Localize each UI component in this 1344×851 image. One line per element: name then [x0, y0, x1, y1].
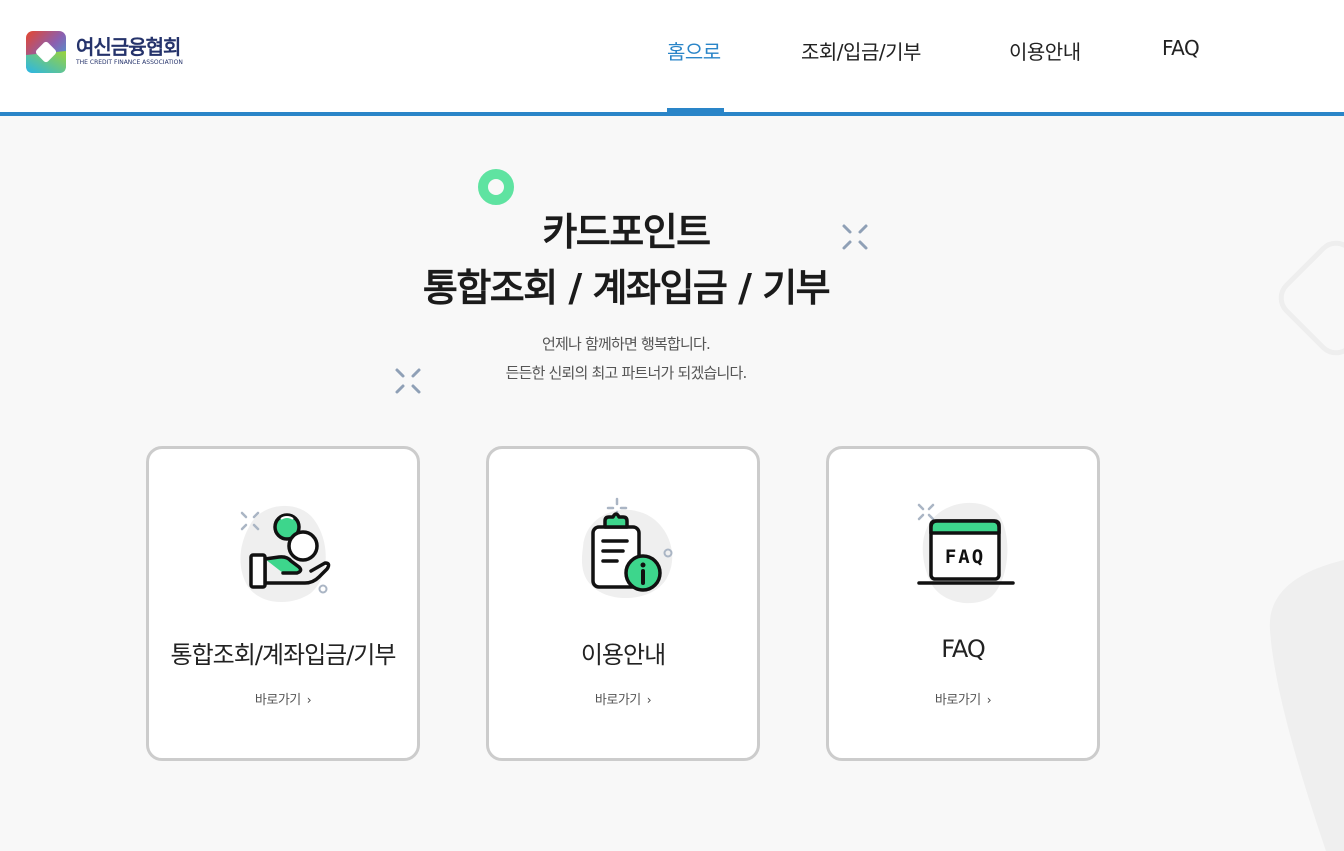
nav-usage-guide[interactable]: 이용안내: [1009, 36, 1081, 65]
card-shortcut-link[interactable]: 바로가기 ›: [149, 689, 417, 708]
chevron-right-icon: ›: [646, 693, 652, 707]
site-header: 여신금융협회 THE CREDIT FINANCE ASSOCIATION 홈으…: [0, 0, 1344, 116]
hero-title-line2: 통합조회 / 계좌입금 / 기부: [422, 266, 831, 310]
nav-inquiry-deposit-donation[interactable]: 조회/입금/기부: [801, 36, 921, 65]
hero-subtitle: 언제나 함께하면 행복합니다. 든든한 신뢰의 최고 파트너가 되겠습니다.: [0, 330, 1252, 388]
card-inquiry-deposit-donation[interactable]: 통합조회/계좌입금/기부 바로가기 ›: [146, 446, 420, 761]
svg-text:FAQ: FAQ: [945, 546, 985, 568]
chevron-right-icon: ›: [986, 693, 992, 707]
logo-name-en: THE CREDIT FINANCE ASSOCIATION: [76, 59, 183, 66]
card-title: 이용안내: [580, 641, 666, 669]
hand-coins-icon: [240, 505, 331, 603]
background-curve-shape: [1269, 560, 1344, 851]
background-diamond-shape: [1278, 240, 1344, 356]
site-logo[interactable]: 여신금융협회 THE CREDIT FINANCE ASSOCIATION: [26, 31, 183, 73]
clipboard-info-icon: [581, 497, 673, 599]
hero-title: 카드포인트 통합조회 / 계좌입금 / 기부: [0, 204, 1252, 316]
green-ring-decoration: [478, 169, 514, 205]
nav-faq[interactable]: FAQ: [1162, 36, 1200, 60]
faq-window-icon: FAQ: [917, 502, 1015, 604]
hero-title-line1: 카드포인트: [542, 210, 711, 254]
card-shortcut-label: 바로가기: [594, 693, 641, 708]
nav-home[interactable]: 홈으로: [667, 36, 721, 65]
card-shortcut-link[interactable]: 바로가기 ›: [829, 689, 1097, 708]
card-usage-guide[interactable]: 이용안내 바로가기 ›: [486, 446, 760, 761]
card-title: 통합조회/계좌입금/기부: [170, 641, 397, 669]
card-title: FAQ: [941, 635, 986, 663]
card-shortcut-label: 바로가기: [254, 693, 301, 708]
logo-name-ko: 여신금융협회: [76, 35, 181, 59]
card-shortcut-link[interactable]: 바로가기 ›: [489, 689, 757, 708]
hero-subtitle-line1: 언제나 함께하면 행복합니다.: [542, 335, 711, 353]
card-faq[interactable]: FAQ FAQ 바로가기 ›: [826, 446, 1100, 761]
nav-active-indicator: [667, 108, 724, 112]
chevron-right-icon: ›: [306, 693, 312, 707]
logo-mark-icon: [26, 31, 66, 73]
card-shortcut-label: 바로가기: [934, 693, 981, 708]
hero-subtitle-line2: 든든한 신뢰의 최고 파트너가 되겠습니다.: [505, 364, 748, 382]
